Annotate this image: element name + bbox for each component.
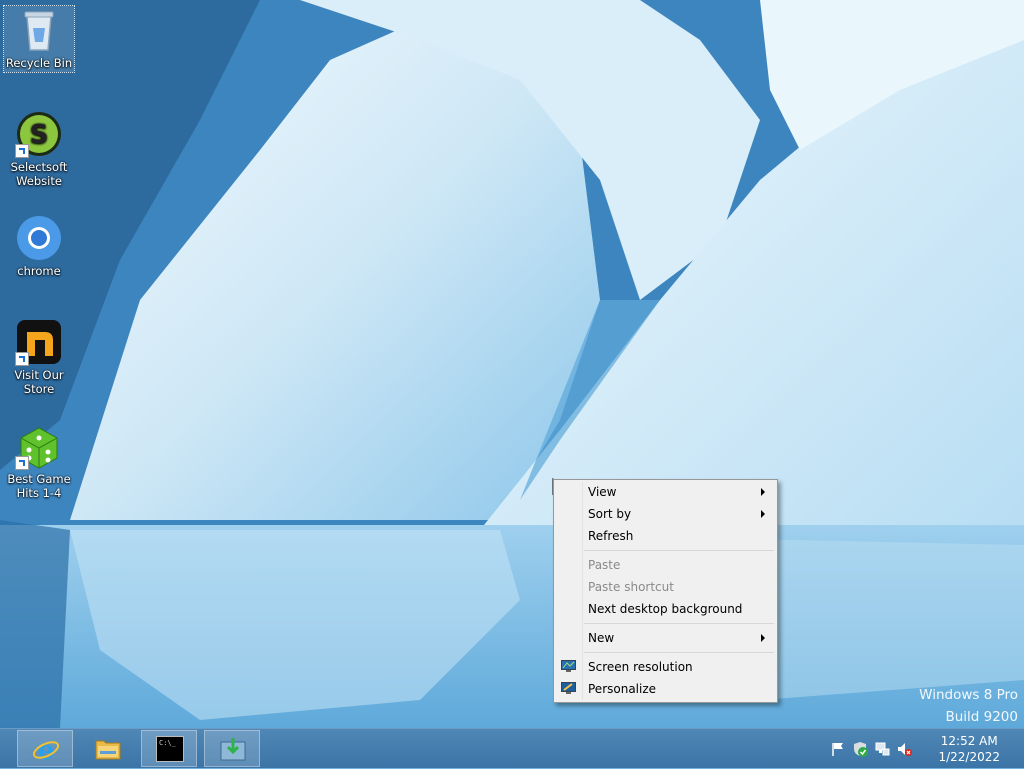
menu-item-sort-by[interactable]: Sort by — [556, 503, 775, 525]
menu-separator — [584, 623, 774, 624]
desktop-icon-visit-store[interactable]: Visit Our Store — [4, 318, 74, 396]
desktop-icon-label: Recycle Bin — [5, 56, 73, 70]
submenu-arrow-icon — [761, 634, 765, 642]
network-icon[interactable] — [874, 741, 890, 757]
desktop-icon-label: Selectsoft Website — [10, 160, 68, 188]
shortcut-arrow-icon — [15, 456, 29, 470]
desktop-context-menu: View Sort by Refresh Paste Paste shortcu… — [553, 479, 778, 703]
shortcut-arrow-icon — [15, 352, 29, 366]
dice-icon — [15, 422, 63, 470]
menu-item-new[interactable]: New — [556, 627, 775, 649]
menu-item-label: New — [588, 631, 615, 645]
action-center-flag-icon[interactable] — [830, 741, 846, 757]
store-icon — [15, 318, 63, 366]
watermark-edition: Windows 8 Pro — [919, 687, 1018, 703]
clock-date: 1/22/2022 — [938, 750, 1000, 764]
menu-item-screen-resolution[interactable]: Screen resolution — [556, 656, 775, 678]
windows-build-watermark: Windows 8 Pro Build 9200 — [919, 684, 1018, 728]
shortcut-arrow-icon — [15, 144, 29, 158]
volume-muted-icon[interactable] — [896, 741, 912, 757]
watermark-build: Build 9200 — [945, 709, 1018, 725]
desktop-icon-label: chrome — [17, 264, 61, 278]
desktop-icon-chrome[interactable]: chrome — [4, 214, 74, 278]
clock[interactable]: 12:52 AM 1/22/2022 — [938, 733, 1000, 765]
menu-item-label: Paste — [588, 558, 621, 572]
security-shield-icon[interactable] — [852, 741, 868, 757]
menu-item-view[interactable]: View — [556, 481, 775, 503]
cmd-icon: C:\_ — [156, 736, 184, 762]
wallpaper-image — [0, 0, 1024, 728]
taskbar-button-file-explorer[interactable] — [80, 730, 136, 767]
menu-item-next-desktop-background[interactable]: Next desktop background — [556, 598, 775, 620]
menu-item-label: View — [588, 485, 617, 499]
desktop-icon-label: Visit Our Store — [14, 368, 64, 396]
selectsoft-icon: S — [15, 110, 63, 158]
personalize-icon — [561, 682, 576, 694]
clock-time: 12:52 AM — [940, 734, 998, 748]
folder-icon — [95, 740, 121, 760]
taskbar: e C:\_ 12:52 AM 1/22/2022 — [0, 728, 1024, 768]
menu-item-label: Refresh — [588, 529, 634, 543]
desktop[interactable]: Recycle Bin S Selectsoft Website chrome — [0, 0, 1024, 728]
menu-item-paste: Paste — [556, 554, 775, 576]
menu-item-refresh[interactable]: Refresh — [556, 525, 775, 547]
taskbar-button-internet-explorer[interactable]: e — [17, 730, 73, 767]
menu-item-label: Next desktop background — [588, 602, 743, 616]
menu-item-personalize[interactable]: Personalize — [556, 678, 775, 700]
menu-item-label: Personalize — [588, 682, 657, 696]
menu-item-label: Sort by — [588, 507, 632, 521]
submenu-arrow-icon — [761, 488, 765, 496]
taskbar-button-command-prompt[interactable]: C:\_ — [141, 730, 197, 767]
submenu-arrow-icon — [761, 510, 765, 518]
menu-item-paste-shortcut: Paste shortcut — [556, 576, 775, 598]
svg-text:S: S — [30, 120, 49, 150]
recycle-bin-icon — [15, 6, 63, 54]
ie-icon: e — [32, 736, 60, 762]
desktop-icon-selectsoft[interactable]: S Selectsoft Website — [4, 110, 74, 188]
cmd-icon-text: C:\_ — [159, 739, 176, 747]
system-tray: 12:52 AM 1/22/2022 — [824, 729, 1024, 769]
chrome-icon — [15, 214, 63, 262]
menu-item-label: Screen resolution — [588, 660, 693, 674]
menu-item-label: Paste shortcut — [588, 580, 674, 594]
menu-separator — [584, 652, 774, 653]
desktop-icon-recycle-bin[interactable]: Recycle Bin — [3, 5, 75, 73]
menu-separator — [584, 550, 774, 551]
desktop-icon-best-game-hits[interactable]: Best Game Hits 1-4 — [4, 422, 74, 500]
installer-icon — [220, 738, 246, 761]
desktop-icon-label: Best Game Hits 1-4 — [7, 472, 71, 500]
monitor-icon — [561, 660, 576, 672]
taskbar-button-installer[interactable] — [204, 730, 260, 767]
